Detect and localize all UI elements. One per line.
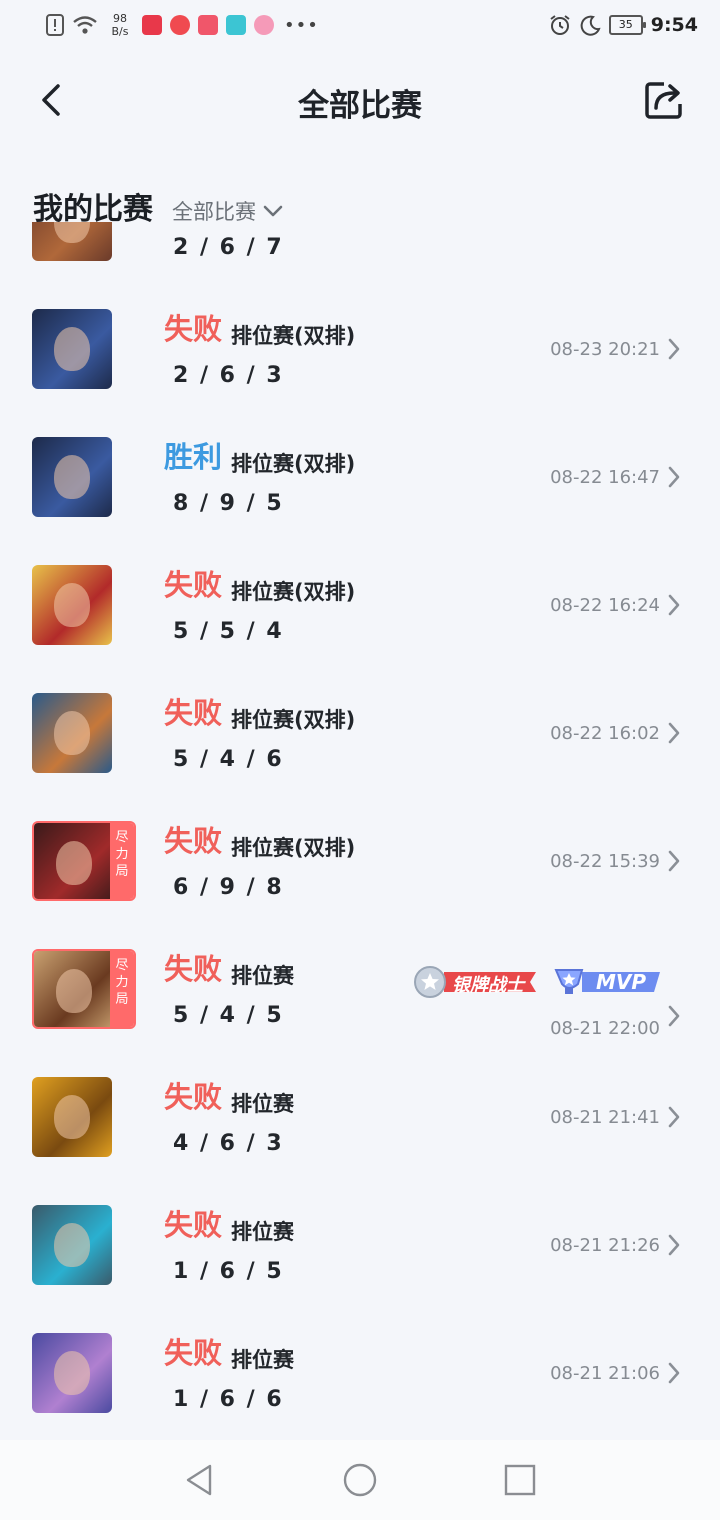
tap-icon xyxy=(226,15,246,35)
moon-icon xyxy=(580,15,601,36)
effort-ribbon-char: 尽 xyxy=(115,830,129,845)
match-mode: 排位赛 xyxy=(231,1092,294,1116)
mvp-label: MVP xyxy=(596,970,647,994)
match-row[interactable]: 失败 排位赛(双排) 5 / 4 / 6 08-22 16:02 xyxy=(0,620,720,773)
match-mode: 排位赛(双排) xyxy=(231,580,356,604)
match-row[interactable]: 失败 排位赛 1 / 6 / 6 08-21 21:06 xyxy=(0,1260,720,1413)
system-nav-bar xyxy=(0,1440,720,1520)
effort-ribbon-char: 尽 xyxy=(115,958,129,973)
back-triangle-icon[interactable] xyxy=(182,1462,218,1498)
match-row[interactable]: 失败 排位赛(双排) 2 / 6 / 3 08-23 20:21 xyxy=(0,236,720,389)
match-row[interactable]: 失败 排位赛 1 / 6 / 5 08-21 21:26 xyxy=(0,1132,720,1285)
title-bar: 全部比赛 xyxy=(0,60,720,140)
filter-label: 全部比赛 xyxy=(172,200,256,224)
sim-alert-icon xyxy=(46,14,64,36)
match-result: 失败 xyxy=(164,1208,223,1242)
match-mode: 排位赛 xyxy=(231,964,294,988)
clock: 9:54 xyxy=(650,14,698,36)
match-result: 失败 xyxy=(164,952,223,986)
effort-ribbon-char: 力 xyxy=(115,975,129,990)
status-bar: 98 B/s ••• 35 9:54 xyxy=(0,0,720,56)
app-icon-1 xyxy=(142,15,162,35)
chevron-right-icon[interactable] xyxy=(666,1233,682,1257)
match-result: 失败 xyxy=(164,696,223,730)
chevron-right-icon[interactable] xyxy=(666,1105,682,1129)
match-badges: 银牌战士 MVP xyxy=(410,966,662,998)
chevron-right-icon[interactable] xyxy=(666,721,682,745)
hero-avatar xyxy=(32,1333,112,1413)
match-time: 08-22 16:02 xyxy=(550,723,660,744)
app-icon-2 xyxy=(170,15,190,35)
match-row[interactable]: 尽力局失败 排位赛 5 / 4 / 5 08-21 22:00 银牌战士 MVP xyxy=(0,876,720,1039)
match-list: 2 / 6 / 7 失败 排位赛(双排) 2 / 6 / 3 08-23 20:21 胜利… xyxy=(0,222,720,1440)
match-result: 失败 xyxy=(164,1336,223,1370)
match-time: 08-22 16:24 xyxy=(550,595,660,616)
match-time: 08-22 16:47 xyxy=(550,467,660,488)
match-time: 08-21 21:26 xyxy=(550,1235,660,1256)
chevron-down-icon xyxy=(263,205,283,217)
match-time: 08-21 21:06 xyxy=(550,1363,660,1384)
app-icon-5 xyxy=(254,15,274,35)
hero-portrait xyxy=(32,1333,112,1413)
home-circle-icon[interactable] xyxy=(342,1462,378,1498)
match-kda: 1 / 6 / 6 xyxy=(173,1387,284,1412)
page-title: 全部比赛 xyxy=(298,88,422,124)
chevron-right-icon[interactable] xyxy=(666,849,682,873)
match-row[interactable]: 失败 排位赛(双排) 5 / 5 / 4 08-22 16:24 xyxy=(0,492,720,645)
match-mode: 排位赛 xyxy=(231,1220,294,1244)
match-time: 08-21 21:41 xyxy=(550,1107,660,1128)
mvp-badge: MVP xyxy=(552,966,662,998)
wifi-icon xyxy=(73,16,97,34)
chevron-right-icon[interactable] xyxy=(666,593,682,617)
match-row[interactable]: 胜利 排位赛(双排) 8 / 9 / 5 08-22 16:47 xyxy=(0,364,720,517)
match-time: 08-23 20:21 xyxy=(550,339,660,360)
effort-ribbon-char: 力 xyxy=(115,847,129,862)
match-mode: 排位赛(双排) xyxy=(231,452,356,476)
match-result: 失败 xyxy=(164,1080,223,1114)
match-mode: 排位赛(双排) xyxy=(231,324,356,348)
share-button[interactable] xyxy=(642,78,686,122)
chevron-right-icon[interactable] xyxy=(666,337,682,361)
net-speed: 98 B/s xyxy=(111,12,129,38)
silver-warrior-badge: 银牌战士 xyxy=(410,966,542,998)
chevron-right-icon[interactable] xyxy=(666,465,682,489)
hero-face xyxy=(54,1351,90,1395)
match-row[interactable]: 失败 排位赛 4 / 6 / 3 08-21 21:41 xyxy=(0,1004,720,1157)
match-mode: 排位赛 xyxy=(231,1348,294,1372)
match-row[interactable]: 尽力局失败 排位赛(双排) 6 / 9 / 8 08-22 15:39 xyxy=(0,748,720,901)
match-result: 失败 xyxy=(164,568,223,602)
match-result: 胜利 xyxy=(164,440,223,474)
match-filter-dropdown[interactable]: 全部比赛 xyxy=(172,196,284,226)
app-icon-3 xyxy=(198,15,218,35)
match-mode: 排位赛(双排) xyxy=(231,836,356,860)
silver-warrior-label: 银牌战士 xyxy=(452,975,524,996)
more-icon: ••• xyxy=(284,14,319,36)
recents-square-icon[interactable] xyxy=(502,1462,538,1498)
battery-icon: 35 xyxy=(608,15,646,35)
chevron-right-icon[interactable] xyxy=(666,1361,682,1385)
match-result: 失败 xyxy=(164,312,223,346)
section-title: 我的比赛 xyxy=(33,192,153,227)
match-time: 08-22 15:39 xyxy=(550,851,660,872)
alarm-icon xyxy=(550,15,570,35)
match-mode: 排位赛(双排) xyxy=(231,708,356,732)
match-result: 失败 xyxy=(164,824,223,858)
